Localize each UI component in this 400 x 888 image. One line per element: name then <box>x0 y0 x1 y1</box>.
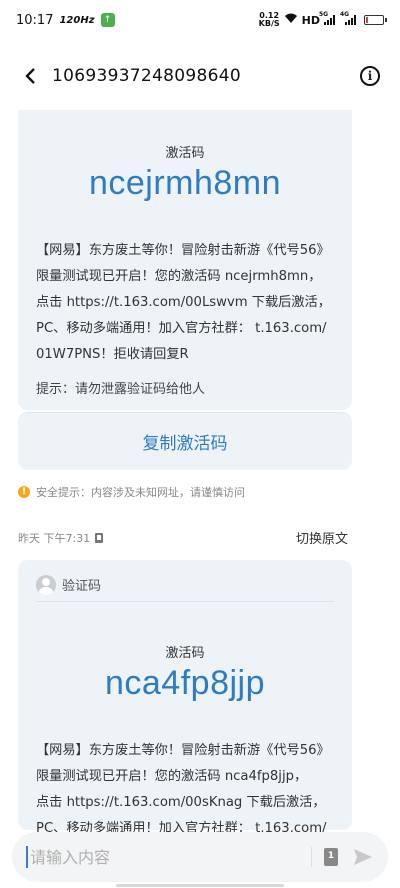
info-icon[interactable]: i <box>360 66 380 86</box>
message-line[interactable]: 01W7PNS！拒收请回复R <box>36 342 342 368</box>
send-icon[interactable] <box>352 846 374 868</box>
message-line[interactable]: 点击 https://t.163.com/00sKnag 下载后激活， <box>36 790 342 816</box>
home-indicator[interactable] <box>116 884 284 887</box>
status-left: 10:17 120Hz ↑ <box>16 13 115 28</box>
code-label: 激活码 <box>165 146 205 161</box>
wifi-icon <box>284 13 298 27</box>
message-composer: 1 <box>12 832 388 882</box>
signal-5g-label: 5G <box>319 11 329 18</box>
sender-row: 验证码 <box>36 568 334 602</box>
message-timestamp: 昨天 下午7:31 <box>18 531 91 545</box>
message-line: 【网易】东方废土等你！冒险射击新游《代号56》 <box>36 743 330 758</box>
toggle-original-button[interactable]: 切换原文 <box>296 528 348 547</box>
warning-icon: ! <box>18 486 30 498</box>
status-bar: 10:17 120Hz ↑ 0.12 KB/S HD 5G 4G <box>0 0 400 40</box>
sender-label: 验证码 <box>62 579 102 594</box>
status-time: 10:17 <box>16 12 54 28</box>
copy-code-button[interactable]: 复制激活码 <box>18 412 352 470</box>
security-notice: ! 安全提示：内容涉及未知网址，请谨慎访问 <box>18 484 245 500</box>
message-body: 【网易】东方废土等你！冒险射击新游《代号56》 限量测试现已开启！您的激活码 n… <box>36 238 342 368</box>
signal-4g-label: 4G <box>340 11 350 18</box>
message-line: 【网易】东方废土等你！冒险射击新游《代号56》 <box>36 243 330 258</box>
signal-5g-icon: 5G <box>319 11 335 25</box>
net-speed: 0.12 KB/S <box>259 12 280 28</box>
chevron-left-icon[interactable] <box>20 66 40 86</box>
message-timestamp-row: 昨天 下午7:31 切换原文 <box>18 528 348 548</box>
hd-badge: HD <box>301 13 320 27</box>
message-card[interactable]: 激活码 ncejrmh8mn 【网易】东方废土等你！冒险射击新游《代号56》 限… <box>18 110 352 410</box>
sim-card-icon <box>95 532 104 543</box>
activation-code[interactable]: nca4fp8jjp <box>18 664 352 703</box>
message-line: 限量测试现已开启！您的激活码 nca4fp8jjp， <box>36 769 308 784</box>
sim-select-label: 1 <box>327 851 335 861</box>
message-line[interactable]: PC、移动多端通用！加入官方社群： t.163.com/ <box>36 316 342 342</box>
message-card[interactable]: 验证码 激活码 nca4fp8jjp 【网易】东方废土等你！冒险射击新游《代号5… <box>18 560 352 836</box>
message-body: 【网易】东方废土等你！冒险射击新游《代号56》 限量测试现已开启！您的激活码 n… <box>36 738 342 842</box>
refresh-rate: 120Hz <box>59 14 95 26</box>
app-notification-icon: ↑ <box>100 13 115 27</box>
message-input[interactable] <box>26 846 299 868</box>
battery-icon <box>364 15 387 25</box>
message-line[interactable]: 点击 https://t.163.com/00Lswvm 下载后激活， <box>36 290 342 316</box>
conversation-header: 10693937248098640 i <box>0 56 400 96</box>
divider <box>311 847 312 867</box>
security-hint: 提示：请勿泄露验证码给他人 <box>36 382 206 397</box>
code-label: 激活码 <box>165 646 205 661</box>
message-line: 限量测试现已开启！您的激活码 ncejrmh8mn， <box>36 269 322 284</box>
avatar-icon <box>36 574 56 595</box>
activation-code[interactable]: ncejrmh8mn <box>18 164 352 203</box>
sender-number: 10693937248098640 <box>52 66 241 86</box>
signal-4g-icon: 4G <box>340 11 356 25</box>
battery-fill <box>366 17 369 23</box>
sim-select-button[interactable]: 1 <box>324 848 338 866</box>
status-right: 0.12 KB/S HD 5G 4G <box>259 11 387 28</box>
net-speed-unit: KB/S <box>258 19 280 28</box>
security-notice-text: 安全提示：内容涉及未知网址，请谨慎访问 <box>36 486 245 499</box>
